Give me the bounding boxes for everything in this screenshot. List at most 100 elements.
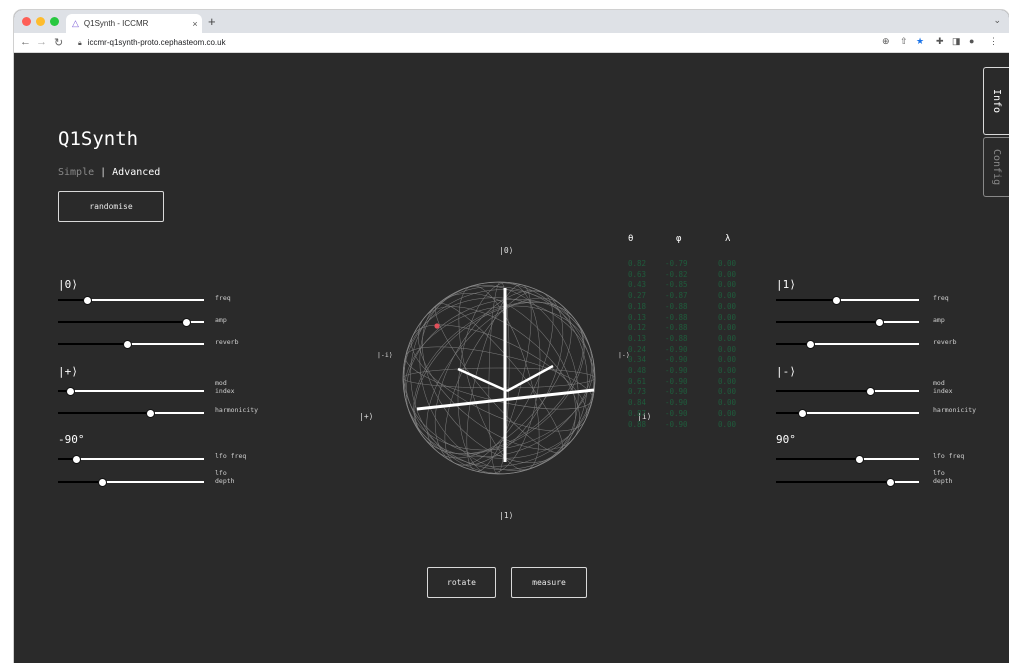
config-tab-label: Config xyxy=(991,148,1002,186)
browser-menu-icon[interactable]: ⋮ xyxy=(989,36,998,47)
slider-track-filled xyxy=(58,412,150,414)
forward-icon[interactable]: → xyxy=(36,36,47,48)
left-mod-index-label: mod index xyxy=(215,379,235,395)
maximize-window-button[interactable] xyxy=(50,17,59,26)
bookmark-star-icon[interactable]: ★ xyxy=(916,36,924,47)
right-amp-slider[interactable] xyxy=(776,318,919,327)
lambda-value: 0.00 xyxy=(718,301,737,311)
sidepanel-icon[interactable]: ◨ xyxy=(952,36,961,47)
slider-knob[interactable] xyxy=(83,296,93,305)
share-icon[interactable]: ⇧ xyxy=(900,36,908,47)
left-freq-slider[interactable] xyxy=(58,296,204,305)
browser-toolbar: ← → ↻ 🔒︎ iccmr-q1synth-proto.cephasteom.c… xyxy=(14,33,1009,53)
slider-knob[interactable] xyxy=(97,478,107,487)
randomise-button[interactable]: randomise xyxy=(58,191,164,222)
theta-value: 0.87 xyxy=(628,408,647,418)
lambda-value: 0.00 xyxy=(718,366,737,376)
new-tab-button[interactable]: + xyxy=(208,14,216,29)
slider-track-remaining xyxy=(126,343,204,345)
measure-button[interactable]: measure xyxy=(511,567,587,598)
lambda-value: 0.00 xyxy=(718,387,737,397)
lambda-value: 0.00 xyxy=(718,344,737,354)
slider-knob[interactable] xyxy=(145,409,155,418)
slider-knob[interactable] xyxy=(71,455,81,464)
right-lfo-freq-label: lfo freq xyxy=(933,452,965,460)
tab-config[interactable]: Config xyxy=(983,137,1009,197)
right-amp-label: amp xyxy=(933,316,945,324)
zoom-icon[interactable]: ⊕ xyxy=(882,36,890,47)
theta-value: 0.73 xyxy=(628,387,647,397)
mode-simple-link[interactable]: Simple xyxy=(58,167,94,178)
back-icon[interactable]: ← xyxy=(20,36,31,48)
extensions-icon[interactable]: ✚ xyxy=(936,36,944,47)
slider-knob[interactable] xyxy=(874,318,884,327)
theta-value: 0.13 xyxy=(628,333,647,343)
bloch-label-one: |1⟩ xyxy=(499,511,514,520)
right-reverb-slider[interactable] xyxy=(776,340,919,349)
phi-value: -0.90 xyxy=(665,408,688,418)
right-harmonicity-label: harmonicity xyxy=(933,406,977,414)
slider-knob[interactable] xyxy=(122,340,132,349)
slider-knob[interactable] xyxy=(886,478,896,487)
browser-window: △ Q1Synth - ICCMR × + ⌄ ← → ↻ 🔒︎ iccmr-q1… xyxy=(14,10,1009,663)
slider-track-remaining xyxy=(149,412,204,414)
url-text: iccmr-q1synth-proto.cephasteom.co.uk xyxy=(87,38,226,47)
reload-icon[interactable]: ↻ xyxy=(54,36,63,49)
left-reverb-slider[interactable] xyxy=(58,340,204,349)
phi-value: -0.90 xyxy=(665,398,688,408)
slider-track-remaining xyxy=(87,299,204,301)
left-amp-label: amp xyxy=(215,316,227,324)
slider-knob[interactable] xyxy=(797,409,807,418)
slider-knob[interactable] xyxy=(832,296,842,305)
browser-tab[interactable]: △ Q1Synth - ICCMR × xyxy=(66,14,202,33)
phi-value: -0.90 xyxy=(665,344,688,354)
slider-track-remaining xyxy=(836,299,919,301)
minimize-window-button[interactable] xyxy=(36,17,45,26)
right-harmonicity-slider[interactable] xyxy=(776,409,919,418)
right-lfo-depth-label: lfo depth xyxy=(933,469,953,485)
lambda-value: 0.00 xyxy=(718,291,737,301)
right-state1-label: |1⟩ xyxy=(776,278,796,291)
lambda-value: 0.00 xyxy=(718,376,737,386)
right-mod-index-slider[interactable] xyxy=(776,387,919,396)
theta-value: 0.34 xyxy=(628,355,647,365)
state-marker xyxy=(434,323,440,329)
tab-search-icon[interactable]: ⌄ xyxy=(993,15,1001,26)
left-lfo-freq-slider[interactable] xyxy=(58,455,204,464)
right-freq-slider[interactable] xyxy=(776,296,919,305)
right-mod-index-label: mod index xyxy=(933,379,953,395)
slider-knob[interactable] xyxy=(182,318,192,327)
close-window-button[interactable] xyxy=(22,17,31,26)
address-bar[interactable]: 🔒︎ iccmr-q1synth-proto.cephasteom.co.uk xyxy=(74,36,916,50)
rotate-button[interactable]: rotate xyxy=(427,567,496,598)
phi-value: -0.88 xyxy=(665,301,688,311)
slider-knob[interactable] xyxy=(854,455,864,464)
right-lfo-freq-slider[interactable] xyxy=(776,455,919,464)
tab-info[interactable]: Info xyxy=(983,67,1009,135)
mode-advanced-link[interactable]: Advanced xyxy=(112,167,160,178)
slider-knob[interactable] xyxy=(866,387,876,396)
left-freq-label: freq xyxy=(215,294,231,302)
left-amp-slider[interactable] xyxy=(58,318,204,327)
lambda-value: 0.00 xyxy=(718,280,737,290)
lambda-value: 0.00 xyxy=(718,323,737,333)
left-state0-label: |0⟩ xyxy=(58,278,78,291)
profile-icon[interactable]: ● xyxy=(969,36,974,46)
slider-track-filled xyxy=(776,299,837,301)
tab-close-icon[interactable]: × xyxy=(188,19,202,29)
right-lfo-depth-slider[interactable] xyxy=(776,478,919,487)
info-tab-label: Info xyxy=(991,88,1002,114)
phi-header: φ xyxy=(676,234,682,244)
bloch-sphere[interactable] xyxy=(399,278,599,478)
left-harmonicity-slider[interactable] xyxy=(58,409,204,418)
theta-value: 0.24 xyxy=(628,344,647,354)
bloch-label-plus: |+⟩ xyxy=(359,412,374,421)
lambda-value: 0.00 xyxy=(718,269,737,279)
lambda-column: 0.00 0.00 0.00 0.00 0.00 0.00 0.00 0.00 0.00 0.00… xyxy=(718,259,736,430)
lambda-value: 0.00 xyxy=(718,333,737,343)
left-mod-index-slider[interactable] xyxy=(58,387,204,396)
left-lfo-depth-slider[interactable] xyxy=(58,478,204,487)
slider-knob[interactable] xyxy=(65,387,75,396)
slider-knob[interactable] xyxy=(806,340,816,349)
left-lfo-freq-label: lfo freq xyxy=(215,452,247,460)
